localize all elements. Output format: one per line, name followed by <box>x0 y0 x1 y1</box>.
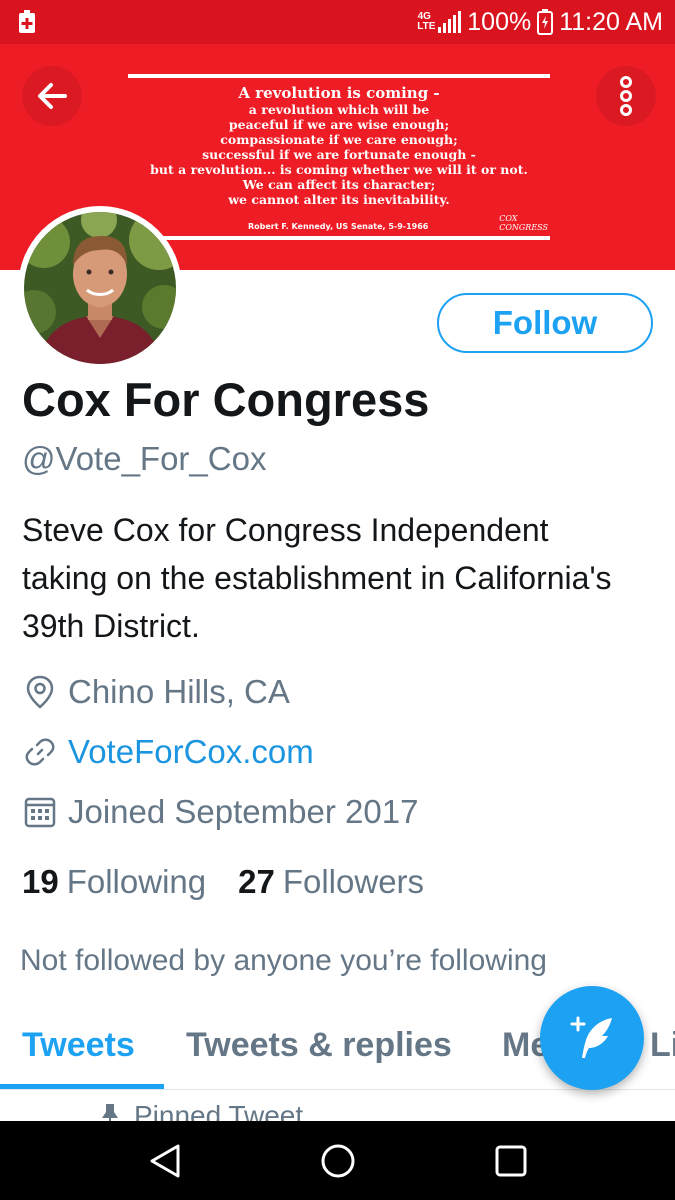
followers-link[interactable]: 27 Followers <box>238 863 424 901</box>
logo-top-text: COX <box>499 214 518 223</box>
quote-line: but a revolution... is coming whether we… <box>150 162 528 177</box>
quote-line: a revolution which will be <box>248 102 430 117</box>
avatar[interactable] <box>18 206 182 370</box>
compose-tweet-icon <box>570 1016 612 1058</box>
location-text: Chino Hills, CA <box>68 673 290 710</box>
first-aid-icon <box>19 10 35 33</box>
tab-tweets[interactable]: Tweets <box>22 1026 135 1065</box>
banner-quote: A revolution is coming - a revolution wh… <box>128 74 550 240</box>
more-vertical-icon <box>620 76 632 116</box>
quote-line: successful if we are fortunate enough - <box>202 147 476 162</box>
android-nav-bar <box>0 1121 675 1200</box>
quote-line: we cannot alter its inevitability. <box>228 192 450 207</box>
quote-attribution: Robert F. Kennedy, US Senate, 5-9-1966 <box>248 222 429 231</box>
user-handle: @Vote_For_Cox <box>22 440 267 477</box>
followers-count: 27 <box>238 863 275 900</box>
follow-button[interactable]: Follow <box>437 293 653 353</box>
back-arrow-icon <box>38 83 67 109</box>
profile-bio: Steve Cox for Congress Independent takin… <box>22 512 612 644</box>
nav-home-icon <box>321 1144 355 1178</box>
joined-text: Joined September 2017 <box>68 793 419 830</box>
back-button[interactable] <box>22 66 82 126</box>
tab-tweets-replies[interactable]: Tweets & replies <box>186 1026 452 1065</box>
following-count: 19 <box>22 863 59 900</box>
nav-back-button[interactable] <box>143 1139 187 1183</box>
clock: 11:20 AM <box>559 7 663 36</box>
quote-rule-top <box>128 74 550 78</box>
cox-congress-logo: COX CONGRESS <box>499 214 548 232</box>
nav-recents-icon <box>495 1145 527 1177</box>
compose-tweet-button[interactable] <box>540 986 644 1090</box>
link-icon <box>22 734 58 770</box>
status-bar: 4G LTE 100% 11:20 AM <box>0 0 675 44</box>
nav-home-button[interactable] <box>316 1139 360 1183</box>
calendar-icon <box>22 794 58 830</box>
not-followed-notice: Not followed by anyone you’re following <box>20 944 547 977</box>
quote-line: peaceful if we are wise enough; <box>228 117 450 132</box>
quote-line: We can affect its character; <box>242 177 436 192</box>
location-pin-icon <box>22 674 58 710</box>
quote-rule-bottom <box>128 236 550 240</box>
network-type-label: 4G LTE <box>417 11 436 32</box>
avatar-photo <box>24 212 176 364</box>
nav-back-icon <box>150 1144 180 1178</box>
logo-bottom-text: CONGRESS <box>499 223 548 232</box>
nav-recents-button[interactable] <box>489 1139 533 1183</box>
following-link[interactable]: 19 Following <box>22 863 206 901</box>
signal-icon <box>438 11 462 33</box>
joined-row: Joined September 2017 <box>22 790 418 834</box>
location-row: Chino Hills, CA <box>22 670 290 714</box>
battery-icon <box>537 9 554 35</box>
active-tab-indicator <box>0 1084 164 1089</box>
website-link[interactable]: VoteForCox.com <box>68 733 314 771</box>
quote-line: A revolution is coming - <box>238 84 440 102</box>
follow-counts: 19 Following 27 Followers <box>22 860 424 904</box>
website-row: VoteForCox.com <box>22 730 314 774</box>
quote-line: compassionate if we care enough; <box>220 132 458 147</box>
more-options-button[interactable] <box>596 66 656 126</box>
display-name: Cox For Congress <box>22 373 430 426</box>
tab-likes[interactable]: Likes <box>650 1026 675 1065</box>
battery-percent: 100% <box>467 7 532 36</box>
following-label: Following <box>66 863 207 900</box>
followers-label: Followers <box>282 863 425 900</box>
